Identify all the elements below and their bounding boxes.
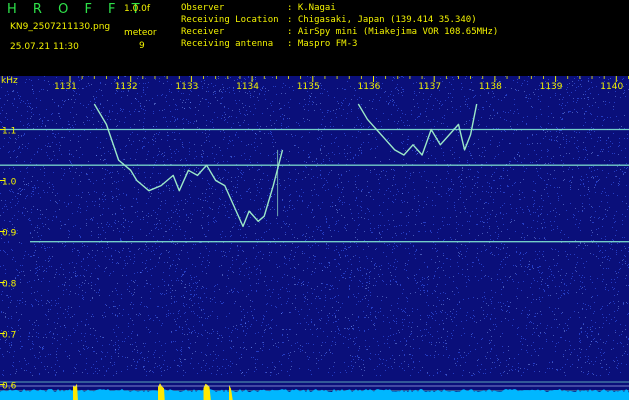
location-label: Receiving Location [181,15,279,25]
x-tick-label: 1131 [54,82,77,92]
x-tick-label: 1135 [297,82,320,92]
observer-label: Observer [181,3,225,13]
x-tick-label: 1132 [115,82,138,92]
y-tick-label: 1.1 [2,127,16,137]
meteor-count: 9 [139,41,145,51]
antenna-value: : Maspro FM-3 [287,39,358,49]
x-tick-label: 1140 [600,82,623,92]
y-unit-label: kHz [1,76,18,86]
signal-baseline [0,383,629,400]
x-tick-label: 1134 [236,82,259,92]
meteor-label: meteor [124,28,157,38]
location-value: : Chigasaki, Japan (139.414 35.340) [287,15,477,25]
version-label: 1.0.0f [124,4,151,14]
x-tick-label: 1136 [358,82,381,92]
y-tick-label: 0.9 [2,229,17,239]
y-tick-label: 0.8 [2,280,17,290]
y-tick-label: 0.7 [2,331,16,341]
receiver-label: Receiver [181,27,225,37]
x-tick-label: 1138 [479,82,502,92]
observer-value: : K.Nagai [287,3,336,13]
x-tick-label: 1133 [175,82,198,92]
x-tick-label: 1139 [540,82,563,92]
spectrogram-plot: kHz 1131 1132 1133 1134 1135 1136 1137 1138 1139 1… [0,76,629,400]
baseline-band [0,393,629,400]
y-tick-label: 1.0 [2,178,17,188]
receiver-value: : AirSpy mini (Miakejima VOR 108.65MHz) [287,27,499,37]
date-time: 25.07.21 11:30 [10,42,79,52]
x-tick-label: 1137 [418,82,441,92]
file-name: KN9_2507211130.png [10,22,111,32]
y-tick-label: 0.6 [2,382,17,392]
header-panel: H R O F F T 1.0.0f KN9_2507211130.png me… [0,0,629,76]
antenna-label: Receiving antenna [181,39,274,49]
